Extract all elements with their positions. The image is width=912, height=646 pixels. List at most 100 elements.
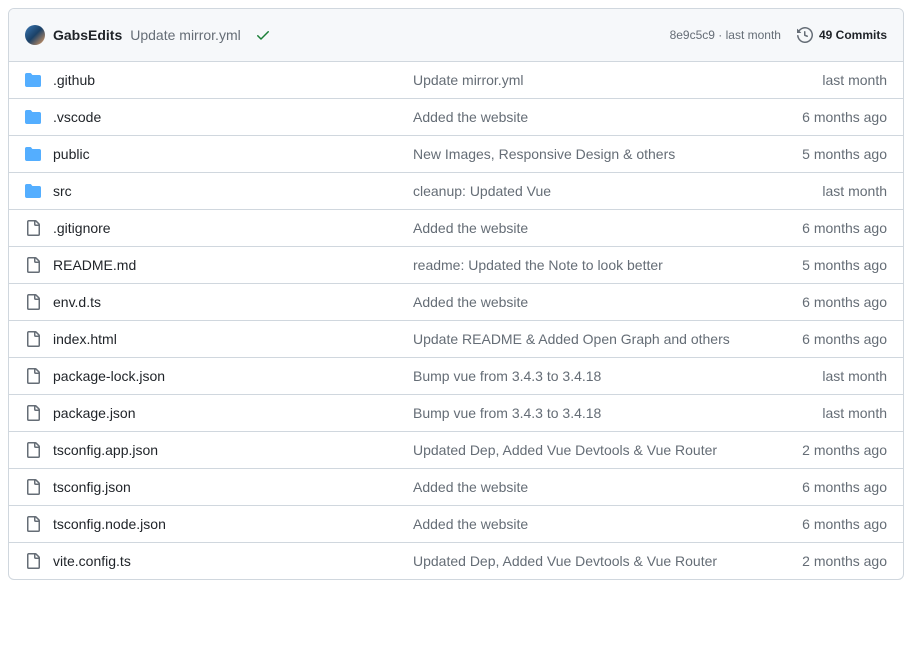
commits-history-link[interactable]: 49 Commits: [797, 27, 887, 43]
file-commit-message: readme: Updated the Note to look better: [413, 257, 757, 273]
file-row: .github Update mirror.yml last month: [9, 62, 903, 99]
file-icon: [25, 331, 41, 347]
file-icon: [25, 516, 41, 532]
file-row: vite.config.ts Updated Dep, Added Vue Dev…: [9, 543, 903, 579]
file-name-link[interactable]: env.d.ts: [53, 294, 101, 310]
file-age: 6 months ago: [757, 516, 887, 532]
file-age: 6 months ago: [757, 109, 887, 125]
file-name-link[interactable]: vite.config.ts: [53, 553, 131, 569]
file-commit-message: cleanup: Updated Vue: [413, 183, 757, 199]
commit-meta-block: 8e9c5c9 · last month 49 Commits: [670, 27, 887, 43]
file-commit-link[interactable]: Added the website: [413, 220, 528, 236]
folder-icon: [25, 72, 41, 88]
file-name-link[interactable]: README.md: [53, 257, 136, 273]
file-age: last month: [757, 183, 887, 199]
file-commit-link[interactable]: Bump vue from 3.4.3 to 3.4.18: [413, 368, 601, 384]
file-commit-link[interactable]: Added the website: [413, 294, 528, 310]
file-icon: [25, 257, 41, 273]
folder-icon: [25, 183, 41, 199]
history-icon: [797, 27, 813, 43]
file-age: last month: [757, 72, 887, 88]
file-row: README.md readme: Updated the Note to loo…: [9, 247, 903, 284]
file-age: 5 months ago: [757, 146, 887, 162]
file-age: 6 months ago: [757, 294, 887, 310]
file-commit-link[interactable]: Added the website: [413, 516, 528, 532]
file-row: .gitignore Added the website 6 months ago: [9, 210, 903, 247]
file-row: index.html Update README & Added Open Gra…: [9, 321, 903, 358]
file-name-link[interactable]: tsconfig.json: [53, 479, 131, 495]
file-name: src: [53, 183, 413, 199]
file-name: tsconfig.app.json: [53, 442, 413, 458]
file-name-link[interactable]: src: [53, 183, 72, 199]
file-commit-message: Added the website: [413, 294, 757, 310]
file-name: public: [53, 146, 413, 162]
file-row: public New Images, Responsive Design & ot…: [9, 136, 903, 173]
file-tree-container: GabsEdits Update mirror.yml 8e9c5c9 · la…: [8, 8, 904, 580]
file-name: .github: [53, 72, 413, 88]
file-commit-message: Bump vue from 3.4.3 to 3.4.18: [413, 368, 757, 384]
file-commit-message: Added the website: [413, 479, 757, 495]
file-name: vite.config.ts: [53, 553, 413, 569]
author-link[interactable]: GabsEdits: [53, 27, 122, 43]
file-row: package-lock.json Bump vue from 3.4.3 to …: [9, 358, 903, 395]
commit-message-link[interactable]: Update mirror.yml: [130, 27, 240, 43]
file-name-link[interactable]: .vscode: [53, 109, 101, 125]
file-commit-message: Added the website: [413, 220, 757, 236]
file-commit-message: New Images, Responsive Design & others: [413, 146, 757, 162]
avatar[interactable]: [25, 25, 45, 45]
file-age: last month: [757, 405, 887, 421]
file-commit-link[interactable]: Update mirror.yml: [413, 72, 523, 88]
file-row: package.json Bump vue from 3.4.3 to 3.4.1…: [9, 395, 903, 432]
latest-commit-header: GabsEdits Update mirror.yml 8e9c5c9 · la…: [9, 9, 903, 62]
file-icon: [25, 553, 41, 569]
file-icon: [25, 479, 41, 495]
file-name-link[interactable]: package-lock.json: [53, 368, 165, 384]
file-age: 6 months ago: [757, 331, 887, 347]
file-row: tsconfig.app.json Updated Dep, Added Vue …: [9, 432, 903, 469]
file-commit-message: Added the website: [413, 109, 757, 125]
file-commit-link[interactable]: Added the website: [413, 479, 528, 495]
file-icon: [25, 442, 41, 458]
file-name-link[interactable]: public: [53, 146, 90, 162]
commit-sha-link[interactable]: 8e9c5c9: [670, 28, 715, 42]
file-commit-link[interactable]: Updated Dep, Added Vue Devtools & Vue Ro…: [413, 553, 717, 569]
file-row: src cleanup: Updated Vue last month: [9, 173, 903, 210]
file-commit-message: Bump vue from 3.4.3 to 3.4.18: [413, 405, 757, 421]
file-name-link[interactable]: tsconfig.app.json: [53, 442, 158, 458]
file-list: .github Update mirror.yml last month .vscod…: [9, 62, 903, 579]
file-name-link[interactable]: .gitignore: [53, 220, 111, 236]
file-row: tsconfig.jsonAdded the website6 months a…: [9, 469, 903, 506]
file-commit-link[interactable]: cleanup: Updated Vue: [413, 183, 551, 199]
file-commit-link[interactable]: New Images, Responsive Design & others: [413, 146, 675, 162]
checks-success-icon[interactable]: [255, 27, 271, 43]
file-commit-link[interactable]: Update README & Added Open Graph and oth…: [413, 331, 730, 347]
commit-author-block: GabsEdits Update mirror.yml: [25, 25, 271, 45]
file-commit-link[interactable]: readme: Updated the Note to look better: [413, 257, 663, 273]
file-commit-message: Updated Dep, Added Vue Devtools & Vue Ro…: [413, 442, 757, 458]
folder-icon: [25, 146, 41, 162]
file-name-link[interactable]: .github: [53, 72, 95, 88]
file-name-link[interactable]: index.html: [53, 331, 117, 347]
file-age: 6 months ago: [757, 220, 887, 236]
file-name-link[interactable]: tsconfig.node.json: [53, 516, 166, 532]
file-name: tsconfig.node.json: [53, 516, 413, 532]
file-name: .gitignore: [53, 220, 413, 236]
commit-time: last month: [726, 28, 781, 42]
file-name-link[interactable]: package.json: [53, 405, 136, 421]
folder-icon: [25, 109, 41, 125]
file-row: .vscode Added the website 6 months ago: [9, 99, 903, 136]
file-age: 2 months ago: [757, 553, 887, 569]
file-age: last month: [757, 368, 887, 384]
commit-meta: 8e9c5c9 · last month: [670, 28, 781, 42]
commits-count: 49 Commits: [819, 28, 887, 42]
file-icon: [25, 405, 41, 421]
file-row: tsconfig.node.json Added the website 6 mon…: [9, 506, 903, 543]
file-commit-link[interactable]: Updated Dep, Added Vue Devtools & Vue Ro…: [413, 442, 717, 458]
file-name: package.json: [53, 405, 413, 421]
file-commit-message: Added the website: [413, 516, 757, 532]
file-name: tsconfig.json: [53, 479, 413, 495]
file-age: 2 months ago: [757, 442, 887, 458]
file-name: package-lock.json: [53, 368, 413, 384]
file-commit-link[interactable]: Bump vue from 3.4.3 to 3.4.18: [413, 405, 601, 421]
file-commit-link[interactable]: Added the website: [413, 109, 528, 125]
